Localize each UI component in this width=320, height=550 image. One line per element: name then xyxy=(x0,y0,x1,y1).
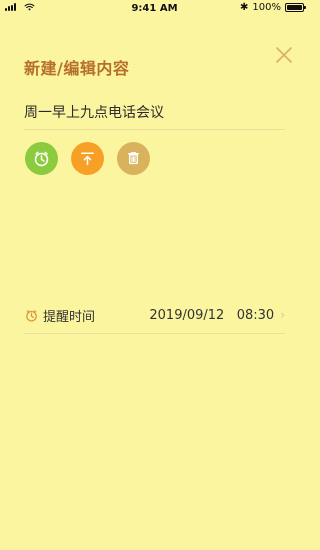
reminder-time-row[interactable]: 提醒时间 2019/09/12 08:30 › xyxy=(24,303,285,327)
action-buttons xyxy=(25,142,150,175)
pin-top-icon xyxy=(81,152,94,165)
note-content[interactable]: 周一早上九点电话会议 xyxy=(24,102,164,122)
status-bar: 9:41 AM ✱ 100% xyxy=(0,0,309,18)
alarm-clock-icon xyxy=(34,151,49,167)
status-right-group: ✱ 100% xyxy=(240,1,306,13)
alarm-button[interactable] xyxy=(25,142,58,175)
delete-button[interactable] xyxy=(117,142,150,175)
bluetooth-icon: ✱ xyxy=(240,1,249,13)
pin-top-button[interactable] xyxy=(71,142,104,175)
reminder-label-group: 提醒时间 xyxy=(24,306,95,325)
content-divider xyxy=(24,129,285,130)
battery-fill xyxy=(287,5,302,10)
reminder-value: 2019/09/12 08:30 xyxy=(149,307,275,323)
alarm-clock-icon xyxy=(26,309,37,322)
reminder-value-group: 2019/09/12 08:30 › xyxy=(149,308,285,323)
close-button[interactable] xyxy=(273,44,295,66)
battery-percentage: 100% xyxy=(252,2,281,13)
close-icon xyxy=(276,47,292,63)
reminder-divider xyxy=(24,333,285,334)
reminder-label: 提醒时间 xyxy=(43,309,96,325)
trash-icon xyxy=(128,152,139,165)
chevron-right-icon: › xyxy=(280,308,285,322)
page-title: 新建/编辑内容 xyxy=(24,59,130,78)
battery-icon xyxy=(285,3,306,12)
